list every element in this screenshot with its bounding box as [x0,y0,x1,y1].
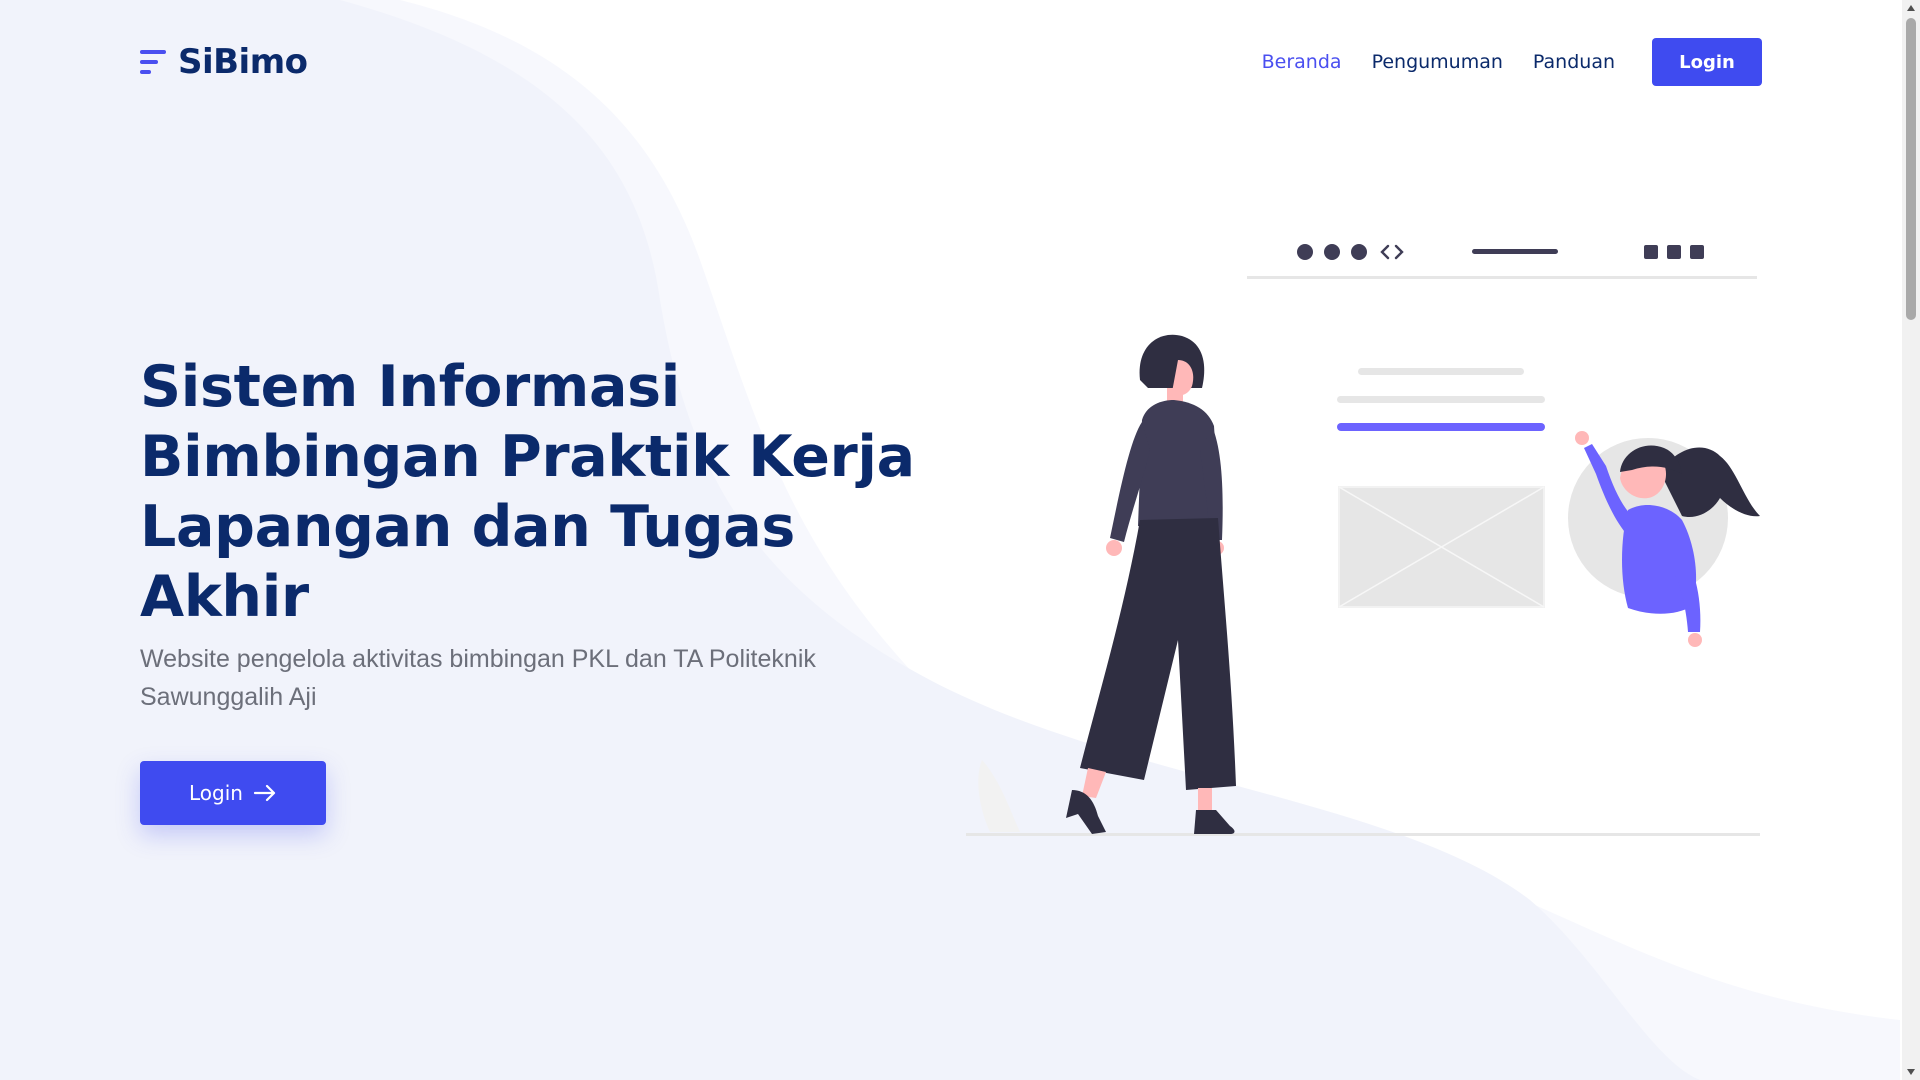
hero-login-button[interactable]: Login [140,761,326,825]
hero-subtitle: Website pengelola aktivitas bimbingan PK… [140,645,816,711]
nav-link-pengumuman[interactable]: Pengumuman [1372,51,1503,73]
hero-illustration [966,244,1760,836]
arrow-right-icon [253,784,276,802]
hero-login-label: Login [189,781,243,805]
image-placeholder-icon [1338,486,1545,608]
scroll-up-icon[interactable] [1902,0,1920,16]
landing-page: SiBimo Beranda Pengumuman Panduan Login … [0,0,1920,1080]
page-scrollbar[interactable] [1902,0,1920,1080]
main-nav: Beranda Pengumuman Panduan Login [1262,38,1762,86]
scroll-thumb[interactable] [1906,18,1916,320]
logo-text: SiBimo [178,42,308,82]
hero-title: Sistem Informasi Bimbingan Praktik Kerja… [140,354,915,630]
hero-section: Sistem Informasi Bimbingan Praktik Kerja… [140,352,960,825]
woman-standing-illustration [1066,334,1236,834]
logo[interactable]: SiBimo [140,38,308,86]
site-header: SiBimo Beranda Pengumuman Panduan Login [140,38,1762,86]
header-login-button[interactable]: Login [1652,38,1762,86]
nav-link-beranda[interactable]: Beranda [1262,51,1342,73]
nav-link-panduan[interactable]: Panduan [1533,51,1615,73]
scroll-down-icon[interactable] [1902,1064,1920,1080]
menu-lines-icon [140,44,168,80]
woman-pointing-illustration [1568,431,1760,647]
browser-toolbar-icon [1247,244,1757,279]
